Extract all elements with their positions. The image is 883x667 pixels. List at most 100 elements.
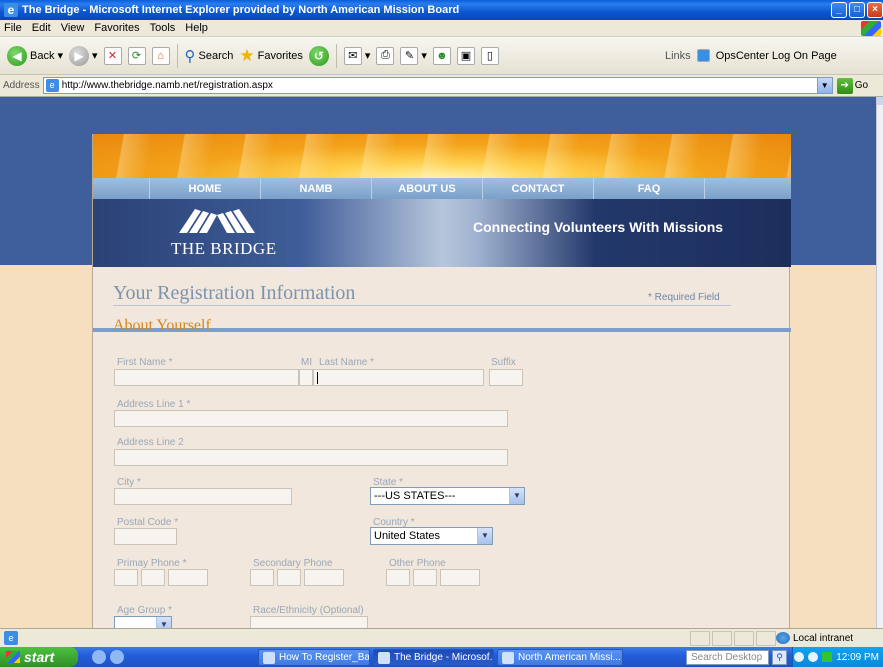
links-label: Links bbox=[665, 49, 691, 62]
menu-favorites[interactable]: Favorites bbox=[94, 22, 139, 34]
start-button[interactable]: start bbox=[0, 647, 78, 667]
secondary-phone-prefix-field[interactable] bbox=[277, 569, 301, 586]
system-tray: 12:09 PM bbox=[792, 647, 883, 667]
address-line-1-field[interactable] bbox=[114, 410, 508, 427]
other-phone-line-field[interactable] bbox=[440, 569, 480, 586]
messenger-button[interactable]: ☻ bbox=[430, 42, 454, 70]
print-button[interactable]: ⎙ bbox=[373, 42, 397, 70]
tray-icon[interactable] bbox=[808, 652, 819, 662]
forward-arrow-icon: ▶ bbox=[69, 45, 89, 66]
start-label: start bbox=[24, 649, 55, 665]
edit-button[interactable]: ✎ ▾ bbox=[397, 42, 430, 70]
close-button[interactable]: × bbox=[867, 2, 883, 18]
nav-home[interactable]: HOME bbox=[150, 178, 261, 199]
go-button[interactable]: ➔ Go bbox=[836, 77, 868, 94]
chevron-down-icon[interactable]: ▾ bbox=[92, 49, 98, 62]
desktop-search-input[interactable]: Search Desktop bbox=[686, 650, 769, 665]
primary-phone-line-field[interactable] bbox=[168, 569, 208, 586]
nav-faq[interactable]: FAQ bbox=[594, 178, 705, 199]
links-bar: Links OpsCenter Log On Page bbox=[665, 49, 837, 62]
back-button[interactable]: ◀ Back ▾ bbox=[4, 42, 66, 70]
task-namb[interactable]: North American Missi... bbox=[497, 649, 623, 666]
page-button[interactable]: ▯ bbox=[478, 42, 502, 70]
security-zone: Local intranet bbox=[776, 632, 853, 644]
search-icon: ⚲ bbox=[184, 47, 196, 65]
address-line-2-field[interactable] bbox=[114, 449, 508, 466]
stop-icon: ✕ bbox=[103, 46, 122, 65]
home-button[interactable]: ⌂ bbox=[149, 42, 173, 70]
refresh-button[interactable]: ⟳ bbox=[125, 42, 149, 70]
link-opscenter[interactable]: OpsCenter Log On Page bbox=[716, 50, 837, 62]
postal-code-field[interactable] bbox=[114, 528, 177, 545]
age-group-select[interactable]: ▼ bbox=[114, 616, 172, 628]
chevron-down-icon[interactable]: ▼ bbox=[509, 488, 524, 504]
other-phone-prefix-field[interactable] bbox=[413, 569, 437, 586]
chevron-down-icon[interactable]: ▼ bbox=[816, 78, 832, 93]
back-label: Back bbox=[30, 49, 55, 62]
chevron-down-icon[interactable]: ▼ bbox=[477, 528, 492, 544]
mi-field[interactable] bbox=[299, 369, 313, 386]
chevron-down-icon[interactable]: ▼ bbox=[156, 617, 171, 628]
scroll-up-arrow-icon[interactable] bbox=[877, 97, 883, 105]
favorites-button[interactable]: ★ Favorites bbox=[236, 42, 306, 70]
quick-launch-icon[interactable] bbox=[92, 650, 106, 664]
chevron-down-icon[interactable]: ▾ bbox=[365, 49, 371, 62]
nav-contact[interactable]: CONTACT bbox=[483, 178, 594, 199]
status-bar: e Local intranet bbox=[0, 628, 883, 647]
chevron-down-icon[interactable]: ▾ bbox=[421, 49, 427, 62]
secondary-phone-line-field[interactable] bbox=[304, 569, 344, 586]
site-logo-text: THE BRIDGE bbox=[171, 239, 277, 258]
state-selected-value: ---US STATES--- bbox=[374, 490, 456, 502]
stop-button[interactable]: ✕ bbox=[101, 42, 125, 70]
task-label: The Bridge - Microsof... bbox=[394, 652, 494, 663]
chevron-down-icon[interactable]: ▾ bbox=[57, 49, 63, 62]
menu-edit[interactable]: Edit bbox=[32, 22, 51, 34]
site-banner: THE BRIDGE Connecting Volunteers With Mi… bbox=[93, 199, 791, 332]
print-icon: ⎙ bbox=[376, 46, 395, 65]
history-button[interactable]: ↺ bbox=[306, 42, 332, 70]
other-phone-area-field[interactable] bbox=[386, 569, 410, 586]
ie-quick-launch-icon[interactable] bbox=[110, 650, 124, 664]
menu-view[interactable]: View bbox=[61, 22, 85, 34]
task-how-to-register[interactable]: How To Register_Basi... bbox=[258, 649, 370, 666]
mail-button[interactable]: ✉ ▾ bbox=[341, 42, 374, 70]
toolbar-divider bbox=[176, 43, 178, 68]
nav-namb[interactable]: NAMB bbox=[261, 178, 372, 199]
forward-button[interactable]: ▶ ▾ bbox=[66, 42, 101, 70]
toolbar-divider bbox=[335, 43, 337, 68]
last-name-field[interactable] bbox=[313, 369, 484, 386]
back-arrow-icon: ◀ bbox=[7, 45, 27, 66]
research-button[interactable]: ▣ bbox=[454, 42, 478, 70]
minimize-button[interactable]: _ bbox=[831, 2, 847, 18]
page-icon: ▯ bbox=[480, 46, 499, 65]
window-title-bar: e The Bridge - Microsoft Internet Explor… bbox=[0, 0, 883, 20]
secondary-phone-area-field[interactable] bbox=[250, 569, 274, 586]
maximize-button[interactable]: □ bbox=[849, 2, 865, 18]
tray-icon[interactable] bbox=[822, 652, 833, 662]
page-viewport: HOME NAMB ABOUT US CONTACT FAQ THE BRIDG… bbox=[0, 97, 876, 628]
primary-phone-prefix-field[interactable] bbox=[141, 569, 165, 586]
favorites-label: Favorites bbox=[257, 49, 303, 62]
tray-icon[interactable] bbox=[794, 652, 805, 662]
research-icon: ▣ bbox=[456, 46, 475, 65]
task-the-bridge[interactable]: The Bridge - Microsof... bbox=[373, 649, 494, 666]
menu-help[interactable]: Help bbox=[185, 22, 208, 34]
city-field[interactable] bbox=[114, 488, 292, 505]
state-select[interactable]: ---US STATES--- ▼ bbox=[370, 487, 525, 505]
menu-file[interactable]: File bbox=[4, 22, 22, 34]
vertical-scrollbar[interactable] bbox=[876, 97, 883, 628]
window-title: The Bridge - Microsoft Internet Explorer… bbox=[22, 4, 460, 16]
search-icon[interactable]: ⚲ bbox=[772, 650, 787, 665]
document-icon bbox=[263, 651, 275, 664]
nav-about-us[interactable]: ABOUT US bbox=[372, 178, 483, 199]
menu-tools[interactable]: Tools bbox=[150, 22, 176, 34]
page-icon: e bbox=[45, 79, 59, 92]
primary-phone-area-field[interactable] bbox=[114, 569, 138, 586]
home-icon: ⌂ bbox=[151, 46, 170, 65]
search-button[interactable]: ⚲ Search bbox=[182, 42, 237, 70]
country-select[interactable]: United States ▼ bbox=[370, 527, 493, 545]
first-name-field[interactable] bbox=[114, 369, 299, 386]
race-ethnicity-field[interactable] bbox=[250, 616, 368, 628]
suffix-field[interactable] bbox=[489, 369, 523, 386]
address-input[interactable]: e http://www.thebridge.namb.net/registra… bbox=[42, 77, 833, 94]
